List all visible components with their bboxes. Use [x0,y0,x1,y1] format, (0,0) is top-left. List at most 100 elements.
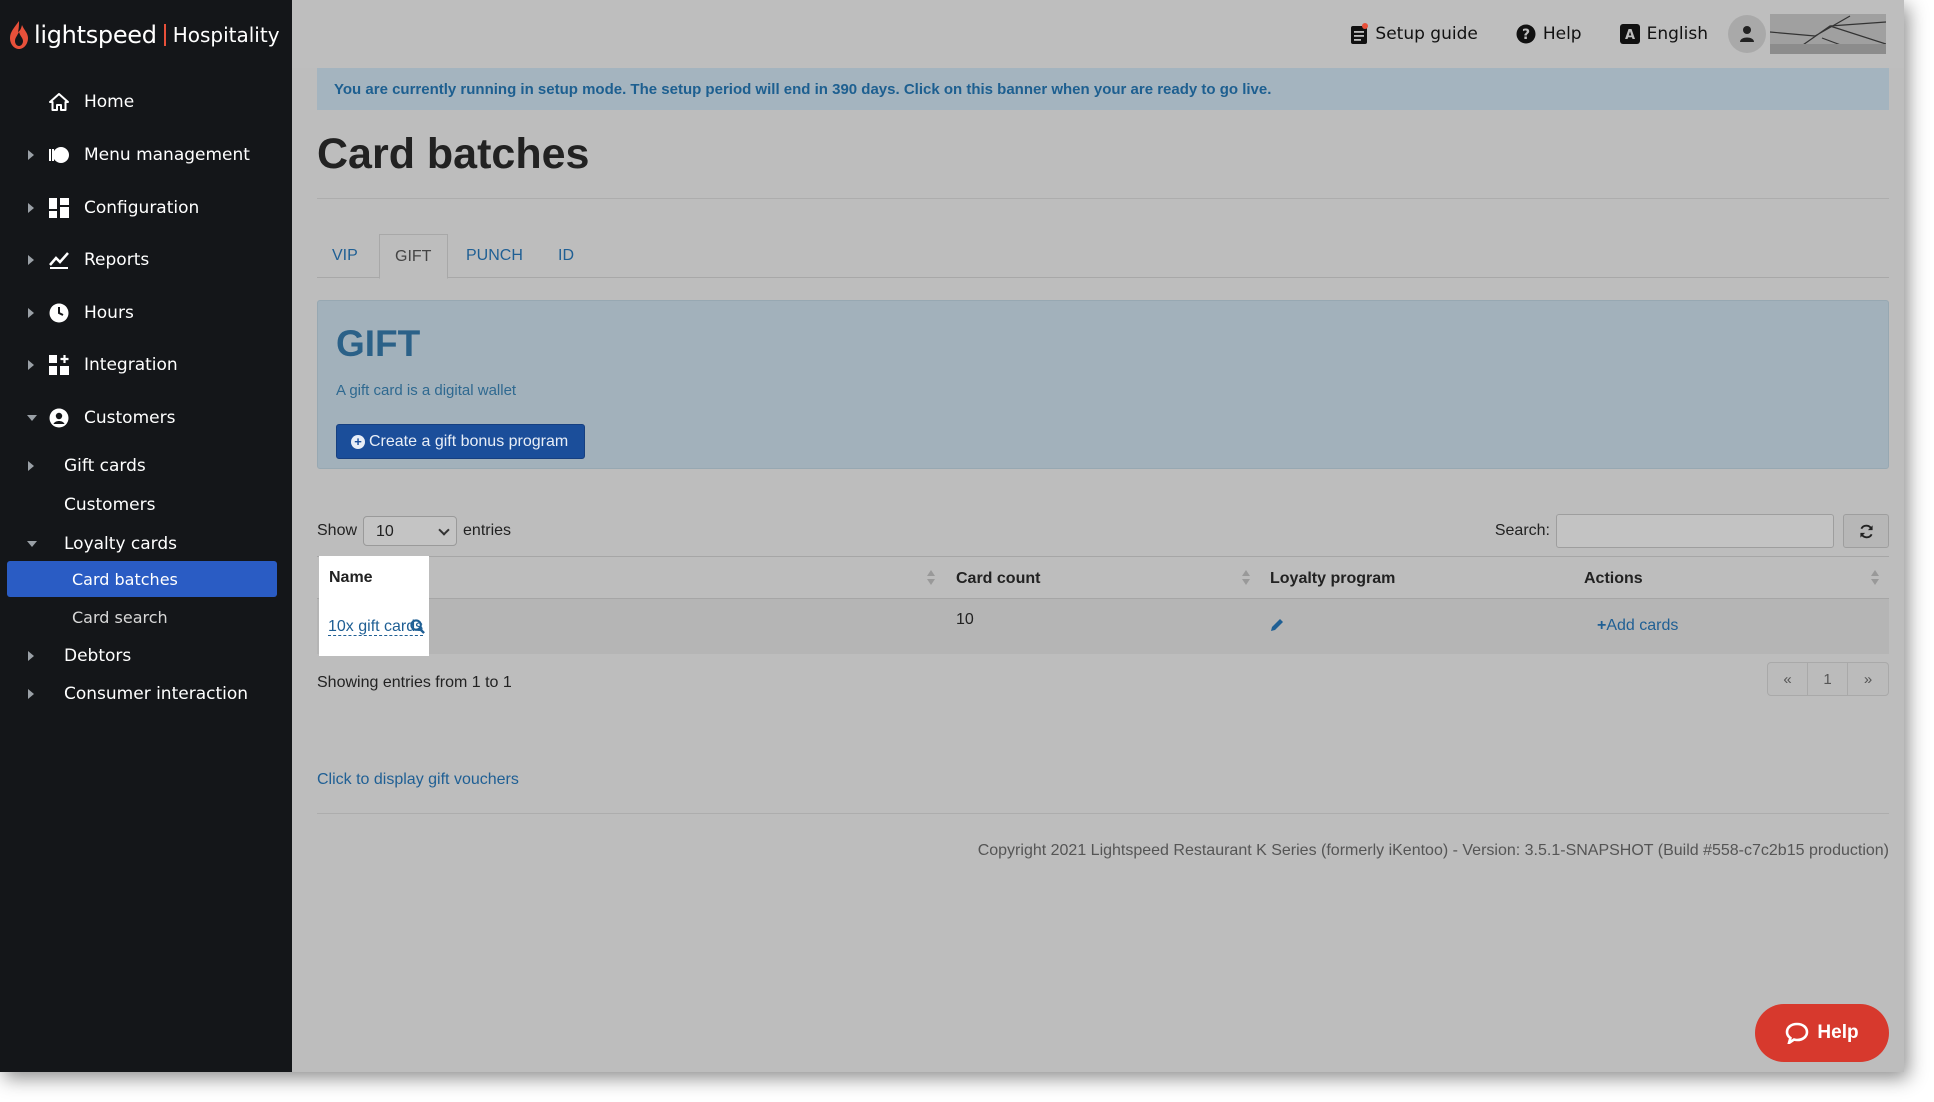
setup-guide-label: Setup guide [1375,24,1478,44]
help-label: Help [1542,24,1582,44]
sidebar-item-customers-list[interactable]: Customers [0,487,292,523]
refresh-icon [1859,524,1873,538]
sidebar-item-label: Home [84,92,135,112]
sidebar-item-reports[interactable]: Reports [0,240,292,280]
brand-divider [163,24,166,46]
pagination-page[interactable]: 1 [1808,663,1848,695]
page-title: Card batches [317,130,590,178]
help-link[interactable]: ? Help [1516,24,1582,44]
setup-mode-banner[interactable]: You are currently running in setup mode.… [317,68,1889,110]
plus-icon: + [1597,617,1607,634]
help-chat-button[interactable]: Help [1755,1004,1889,1062]
reports-icon [48,249,70,271]
integration-icon [48,354,70,376]
gift-info-panel: GIFT A gift card is a digital wallet + C… [317,300,1889,469]
sidebar-item-label: Card search [72,607,168,627]
sidebar-item-card-search[interactable]: Card search [0,599,292,635]
pagination-next[interactable]: » [1848,663,1888,695]
sidebar-item-label: Loyalty cards [64,534,178,554]
sidebar-item-customers[interactable]: Customers [0,398,292,438]
table-row: 10 +Add cards [317,599,1889,654]
app-frame: lightspeed Hospitality Home Menu managem… [0,0,1904,1072]
brand-product: Hospitality [172,23,280,47]
sidebar-item-loyalty-cards[interactable]: Loyalty cards [0,526,292,562]
logo[interactable]: lightspeed Hospitality [8,20,280,50]
column-header-actions: Actions [1584,570,1643,587]
sidebar-item-label: Consumer interaction [64,684,249,704]
chevron-down-icon [438,524,450,536]
top-bar: Setup guide ? Help A English [292,0,1904,68]
sidebar-item-menu-management[interactable]: Menu management [0,135,292,175]
sidebar-item-label: Integration [84,355,178,375]
sort-icon[interactable] [927,570,935,586]
create-gift-bonus-program-button[interactable]: + Create a gift bonus program [336,424,586,459]
tab-punch[interactable]: PUNCH [466,234,523,278]
sidebar-item-gift-cards[interactable]: Gift cards [0,448,292,484]
sidebar-item-label: Reports [84,250,150,270]
create-button-label: Create a gift bonus program [369,432,569,450]
column-header-name[interactable]: Name [329,569,373,587]
pagination-prev[interactable]: « [1768,663,1808,695]
expand-caret-icon [28,651,34,661]
svg-text:A: A [1625,28,1635,43]
expand-caret-icon [28,308,34,318]
page-size-value: 10 [376,523,394,540]
sort-icon[interactable] [1242,570,1250,586]
expand-caret-icon [28,689,34,699]
collapse-caret-icon [27,415,37,421]
search-label: Search: [1494,522,1550,539]
name-column-highlight: Name 10x gift cards [319,556,429,656]
divider [317,198,1889,199]
user-icon [1740,26,1754,42]
help-chat-label: Help [1817,1022,1859,1043]
sidebar-item-label: Customers [64,495,156,515]
menu-management-icon [48,144,70,166]
setup-guide-link[interactable]: Setup guide [1350,23,1478,45]
add-cards-button[interactable]: +Add cards [1597,617,1678,635]
pagination: « 1 » [1767,662,1889,696]
language-icon: A [1619,24,1640,44]
sidebar-item-integration[interactable]: Integration [0,345,292,385]
user-avatar[interactable] [1728,15,1766,53]
batch-name-link[interactable]: 10x gift cards [328,618,424,636]
sidebar-item-label: Customers [84,408,176,428]
sort-icon[interactable] [1871,570,1879,586]
edit-loyalty-program-button[interactable] [1269,617,1285,638]
page-size-select[interactable]: 10 [363,516,458,546]
sidebar-item-home[interactable]: Home [0,82,292,122]
column-header-card-count[interactable]: Card count [956,570,1040,588]
sidebar: lightspeed Hospitality Home Menu managem… [0,0,292,1072]
top-bar-actions: Setup guide ? Help A English [1350,12,1904,56]
card-batches-table: Card count Loyalty program Actions 10 +A… [317,556,1889,656]
add-cards-label: Add cards [1606,617,1679,634]
search-input[interactable] [1556,514,1834,548]
venue-thumbnail[interactable] [1770,14,1886,54]
question-circle-icon: ? [1516,24,1536,44]
tab-gift[interactable]: GIFT [379,234,448,279]
display-gift-vouchers-link[interactable]: Click to display gift vouchers [317,771,519,789]
sidebar-item-hours[interactable]: Hours [0,293,292,333]
expand-caret-icon [28,461,34,471]
card-count-cell: 10 [956,611,974,628]
sidebar-item-card-batches[interactable]: Card batches [7,561,277,597]
divider [317,813,1889,814]
tab-vip[interactable]: VIP [332,234,358,278]
customer-icon [48,407,70,429]
plus-circle-icon: + [351,435,365,449]
sidebar-item-label: Card batches [72,569,178,589]
tab-id[interactable]: ID [558,234,574,278]
search-icon[interactable] [410,619,425,639]
panel-description: A gift card is a digital wallet [336,382,517,399]
chat-bubble-icon [1785,1022,1809,1044]
card-type-tabs: VIP GIFT PUNCH ID [317,234,1889,279]
lightspeed-flame-icon [10,21,28,49]
sidebar-item-configuration[interactable]: Configuration [0,188,292,228]
sidebar-item-consumer-interaction[interactable]: Consumer interaction [0,676,292,712]
sidebar-item-label: Hours [84,303,134,323]
language-selector[interactable]: A English [1619,24,1708,44]
page-size-control: Show 10 entries [317,516,511,546]
sidebar-item-debtors[interactable]: Debtors [0,638,292,674]
showing-entries-text: Showing entries from 1 to 1 [317,674,512,691]
show-label: Show [317,522,358,539]
refresh-button[interactable] [1843,514,1889,548]
